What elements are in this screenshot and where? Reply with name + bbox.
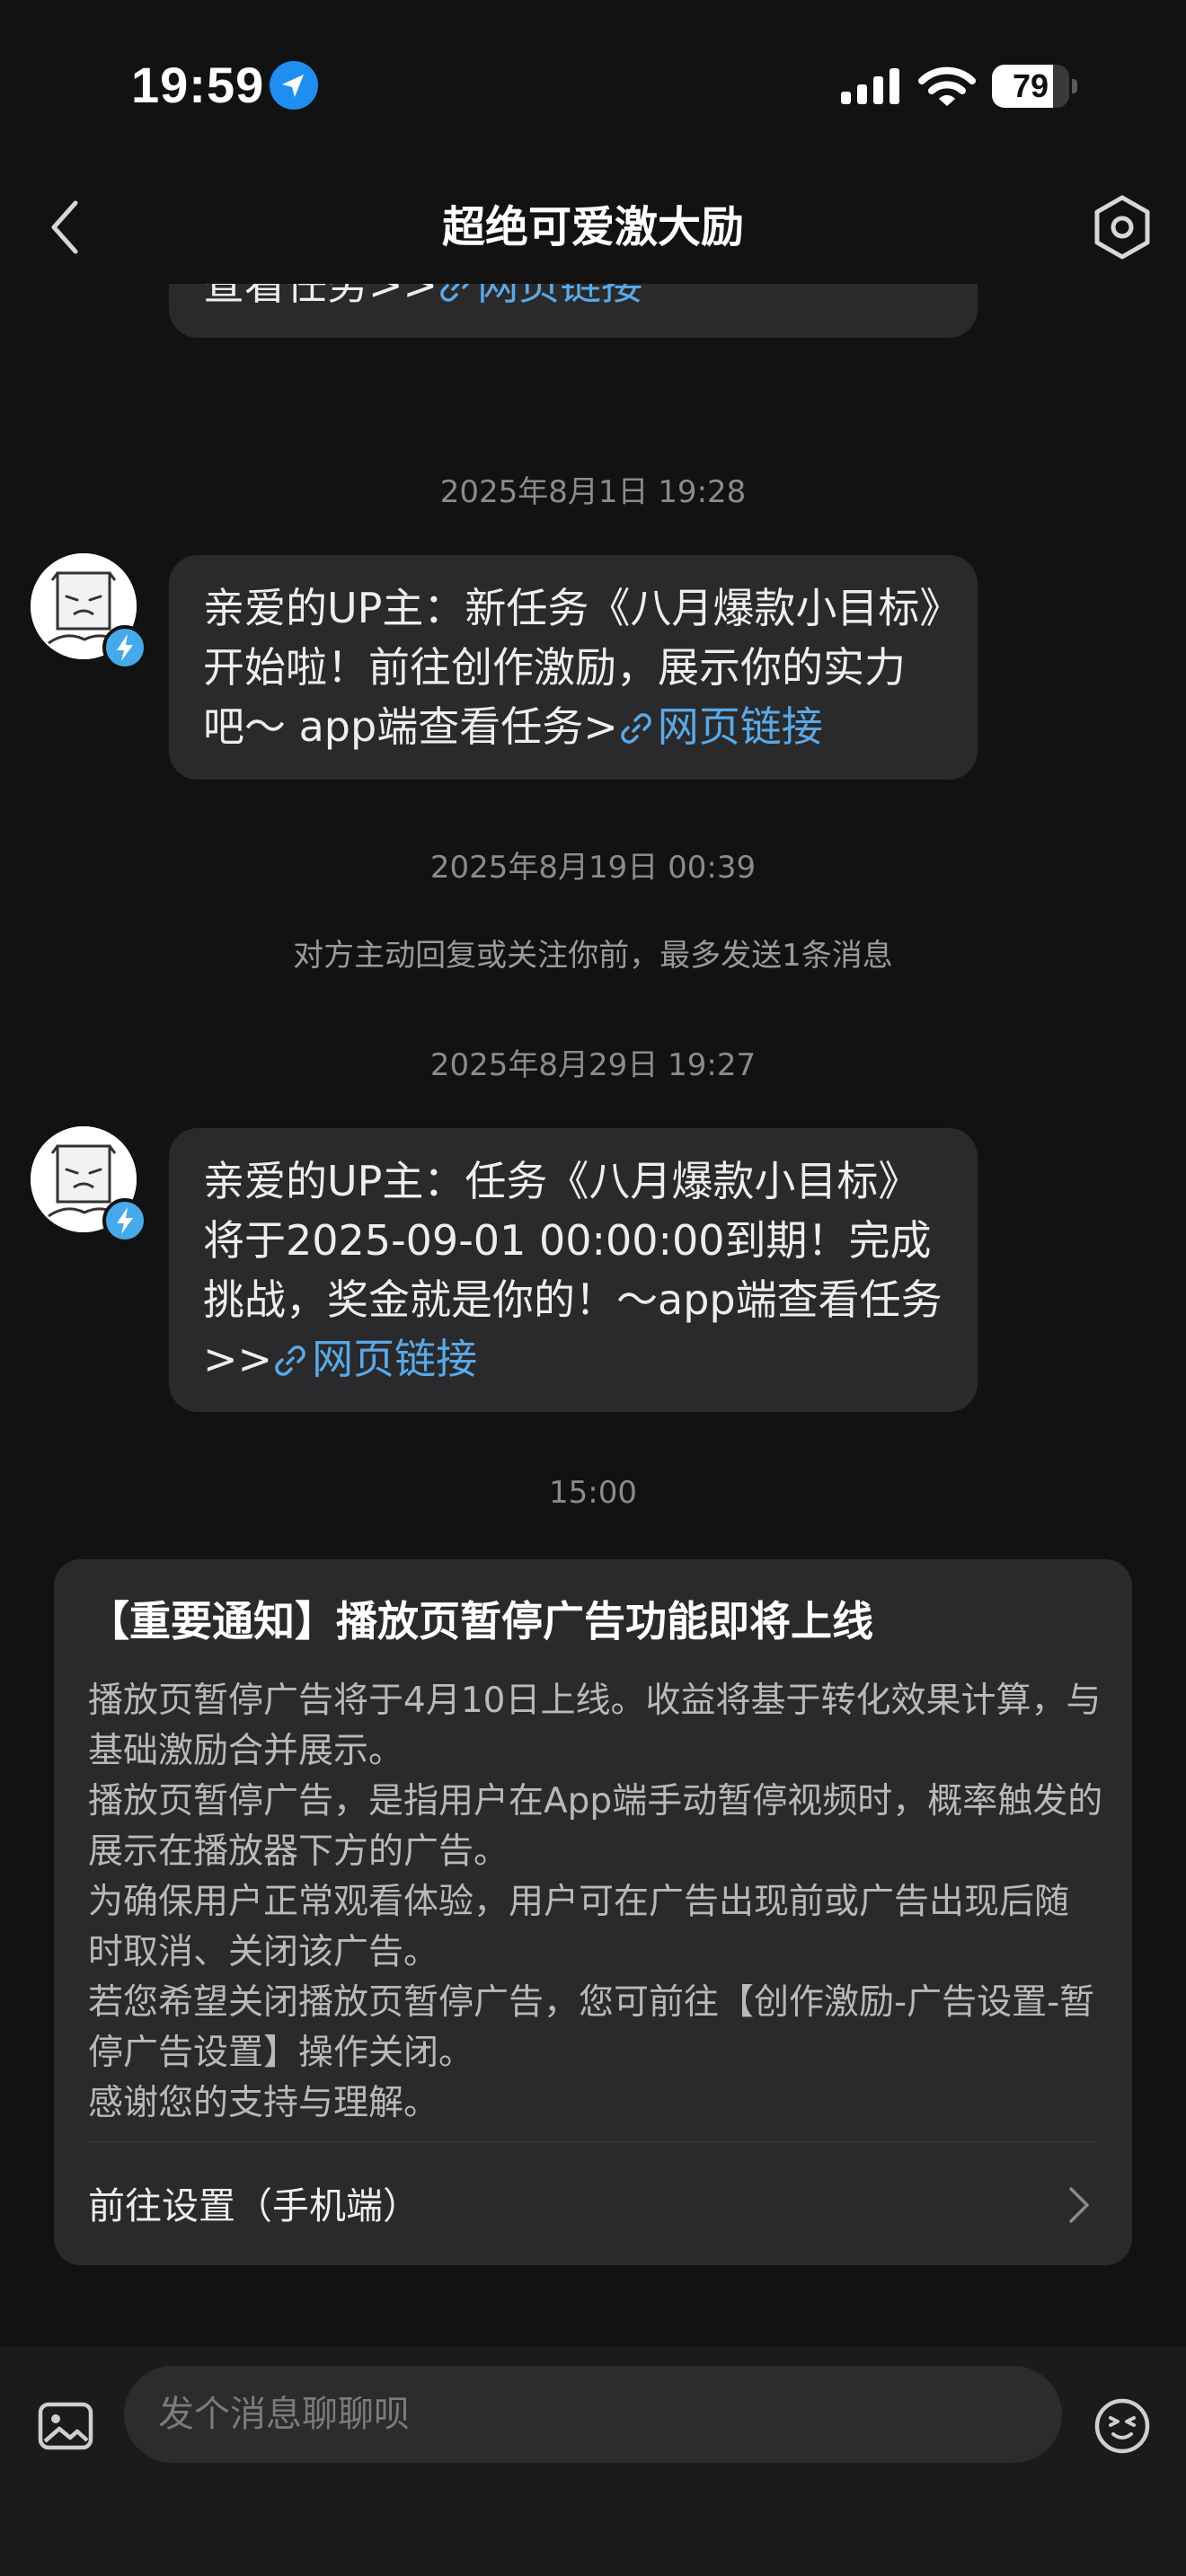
chevron-right-icon <box>1069 2187 1089 2223</box>
page-title: 超绝可爱激大励 <box>441 202 744 252</box>
status-bar: 19:59 79 <box>0 0 1186 171</box>
link-icon <box>620 713 651 744</box>
web-link-label: 网页链接 <box>657 702 823 751</box>
web-link[interactable]: 网页链接 <box>618 702 823 751</box>
notice-title: 【重要通知】播放页暂停广告功能即将上线 <box>88 1597 873 1645</box>
wifi-icon <box>918 66 976 106</box>
web-link-label: 网页链接 <box>477 284 643 309</box>
avatar[interactable] <box>31 1126 147 1243</box>
nav-bar: 超绝可爱激大励 <box>0 171 1186 284</box>
notice-paragraph: 播放页暂停广告将于4月10日上线。收益将基于转化效果计算，与基础激励合并展示。 <box>88 1681 1102 1771</box>
location-arrow-icon <box>270 61 318 110</box>
web-link-label: 网页链接 <box>312 1335 478 1383</box>
message-timestamp: 2025年8月1日 19:28 <box>439 474 747 510</box>
verified-badge-icon <box>102 1198 147 1243</box>
signal-icon <box>841 68 899 104</box>
notice-paragraph: 为确保用户正常观看体验，用户可在广告出现前或广告出现后随时取消、关闭该广告。 <box>88 1882 1070 1972</box>
avatar[interactable] <box>31 553 147 670</box>
battery-indicator: 79 <box>992 65 1078 108</box>
notice-card: 【重要通知】播放页暂停广告功能即将上线 播放页暂停广告将于4月10日上线。收益将… <box>54 1559 1132 2265</box>
system-notice: 对方主动回复或关注你前，最多发送1条消息 <box>293 938 893 974</box>
status-time: 19:59 <box>131 57 265 113</box>
notice-paragraph: 播放页暂停广告，是指用户在App端手动暂停视频时，概率触发的展示在播放器下方的广… <box>88 1781 1103 1872</box>
message-bubble: 亲爱的UP主：新任务《八月爆款小目标》开始啦！前往创作激励，展示你的实力吧～ a… <box>169 555 978 780</box>
input-bar <box>0 2346 1186 2576</box>
emoji-icon[interactable] <box>1093 2396 1152 2456</box>
link-icon <box>440 284 470 302</box>
web-link[interactable]: 网页链接 <box>272 1335 477 1383</box>
message-bubble: 亲爱的UP主：任务《八月爆款小目标》将于2025-09-01 00:00:00到… <box>169 1128 978 1412</box>
notice-body: 播放页暂停广告将于4月10日上线。收益将基于转化效果计算，与基础激励合并展示。 … <box>88 1676 1103 2129</box>
notice-paragraph: 感谢您的支持与理解。 <box>88 2083 439 2123</box>
back-icon[interactable] <box>43 196 88 259</box>
go-to-settings-button[interactable]: 前往设置（手机端） <box>54 2143 1132 2265</box>
divider <box>88 2141 1098 2142</box>
settings-icon[interactable] <box>1093 194 1152 260</box>
link-icon <box>275 1345 305 1376</box>
notice-paragraph: 若您希望关闭播放页暂停广告，您可前往【创作激励-广告设置-暂停广告设置】操作关闭… <box>88 1982 1095 2073</box>
message-bubble: 期！完成挑战，奖金就是你的！～app端查看任务>>网页链接 <box>169 284 978 338</box>
go-to-settings-label: 前往设置（手机端） <box>88 2184 420 2228</box>
verified-badge-icon <box>102 625 147 670</box>
battery-level: 79 <box>1012 67 1049 104</box>
image-icon[interactable] <box>36 2396 95 2456</box>
web-link[interactable]: 网页链接 <box>438 284 642 309</box>
message-text: 亲爱的UP主：新任务《八月爆款小目标》开始啦！前往创作激励，展示你的实力吧～ a… <box>203 584 941 751</box>
chat-area[interactable]: 期！完成挑战，奖金就是你的！～app端查看任务>>网页链接 2025年8月1日 … <box>0 284 1186 2346</box>
message-input[interactable] <box>124 2366 1062 2463</box>
message-timestamp: 15:00 <box>549 1475 637 1511</box>
message-timestamp: 2025年8月19日 00:39 <box>429 850 757 886</box>
message-timestamp: 2025年8月29日 19:27 <box>429 1047 757 1083</box>
